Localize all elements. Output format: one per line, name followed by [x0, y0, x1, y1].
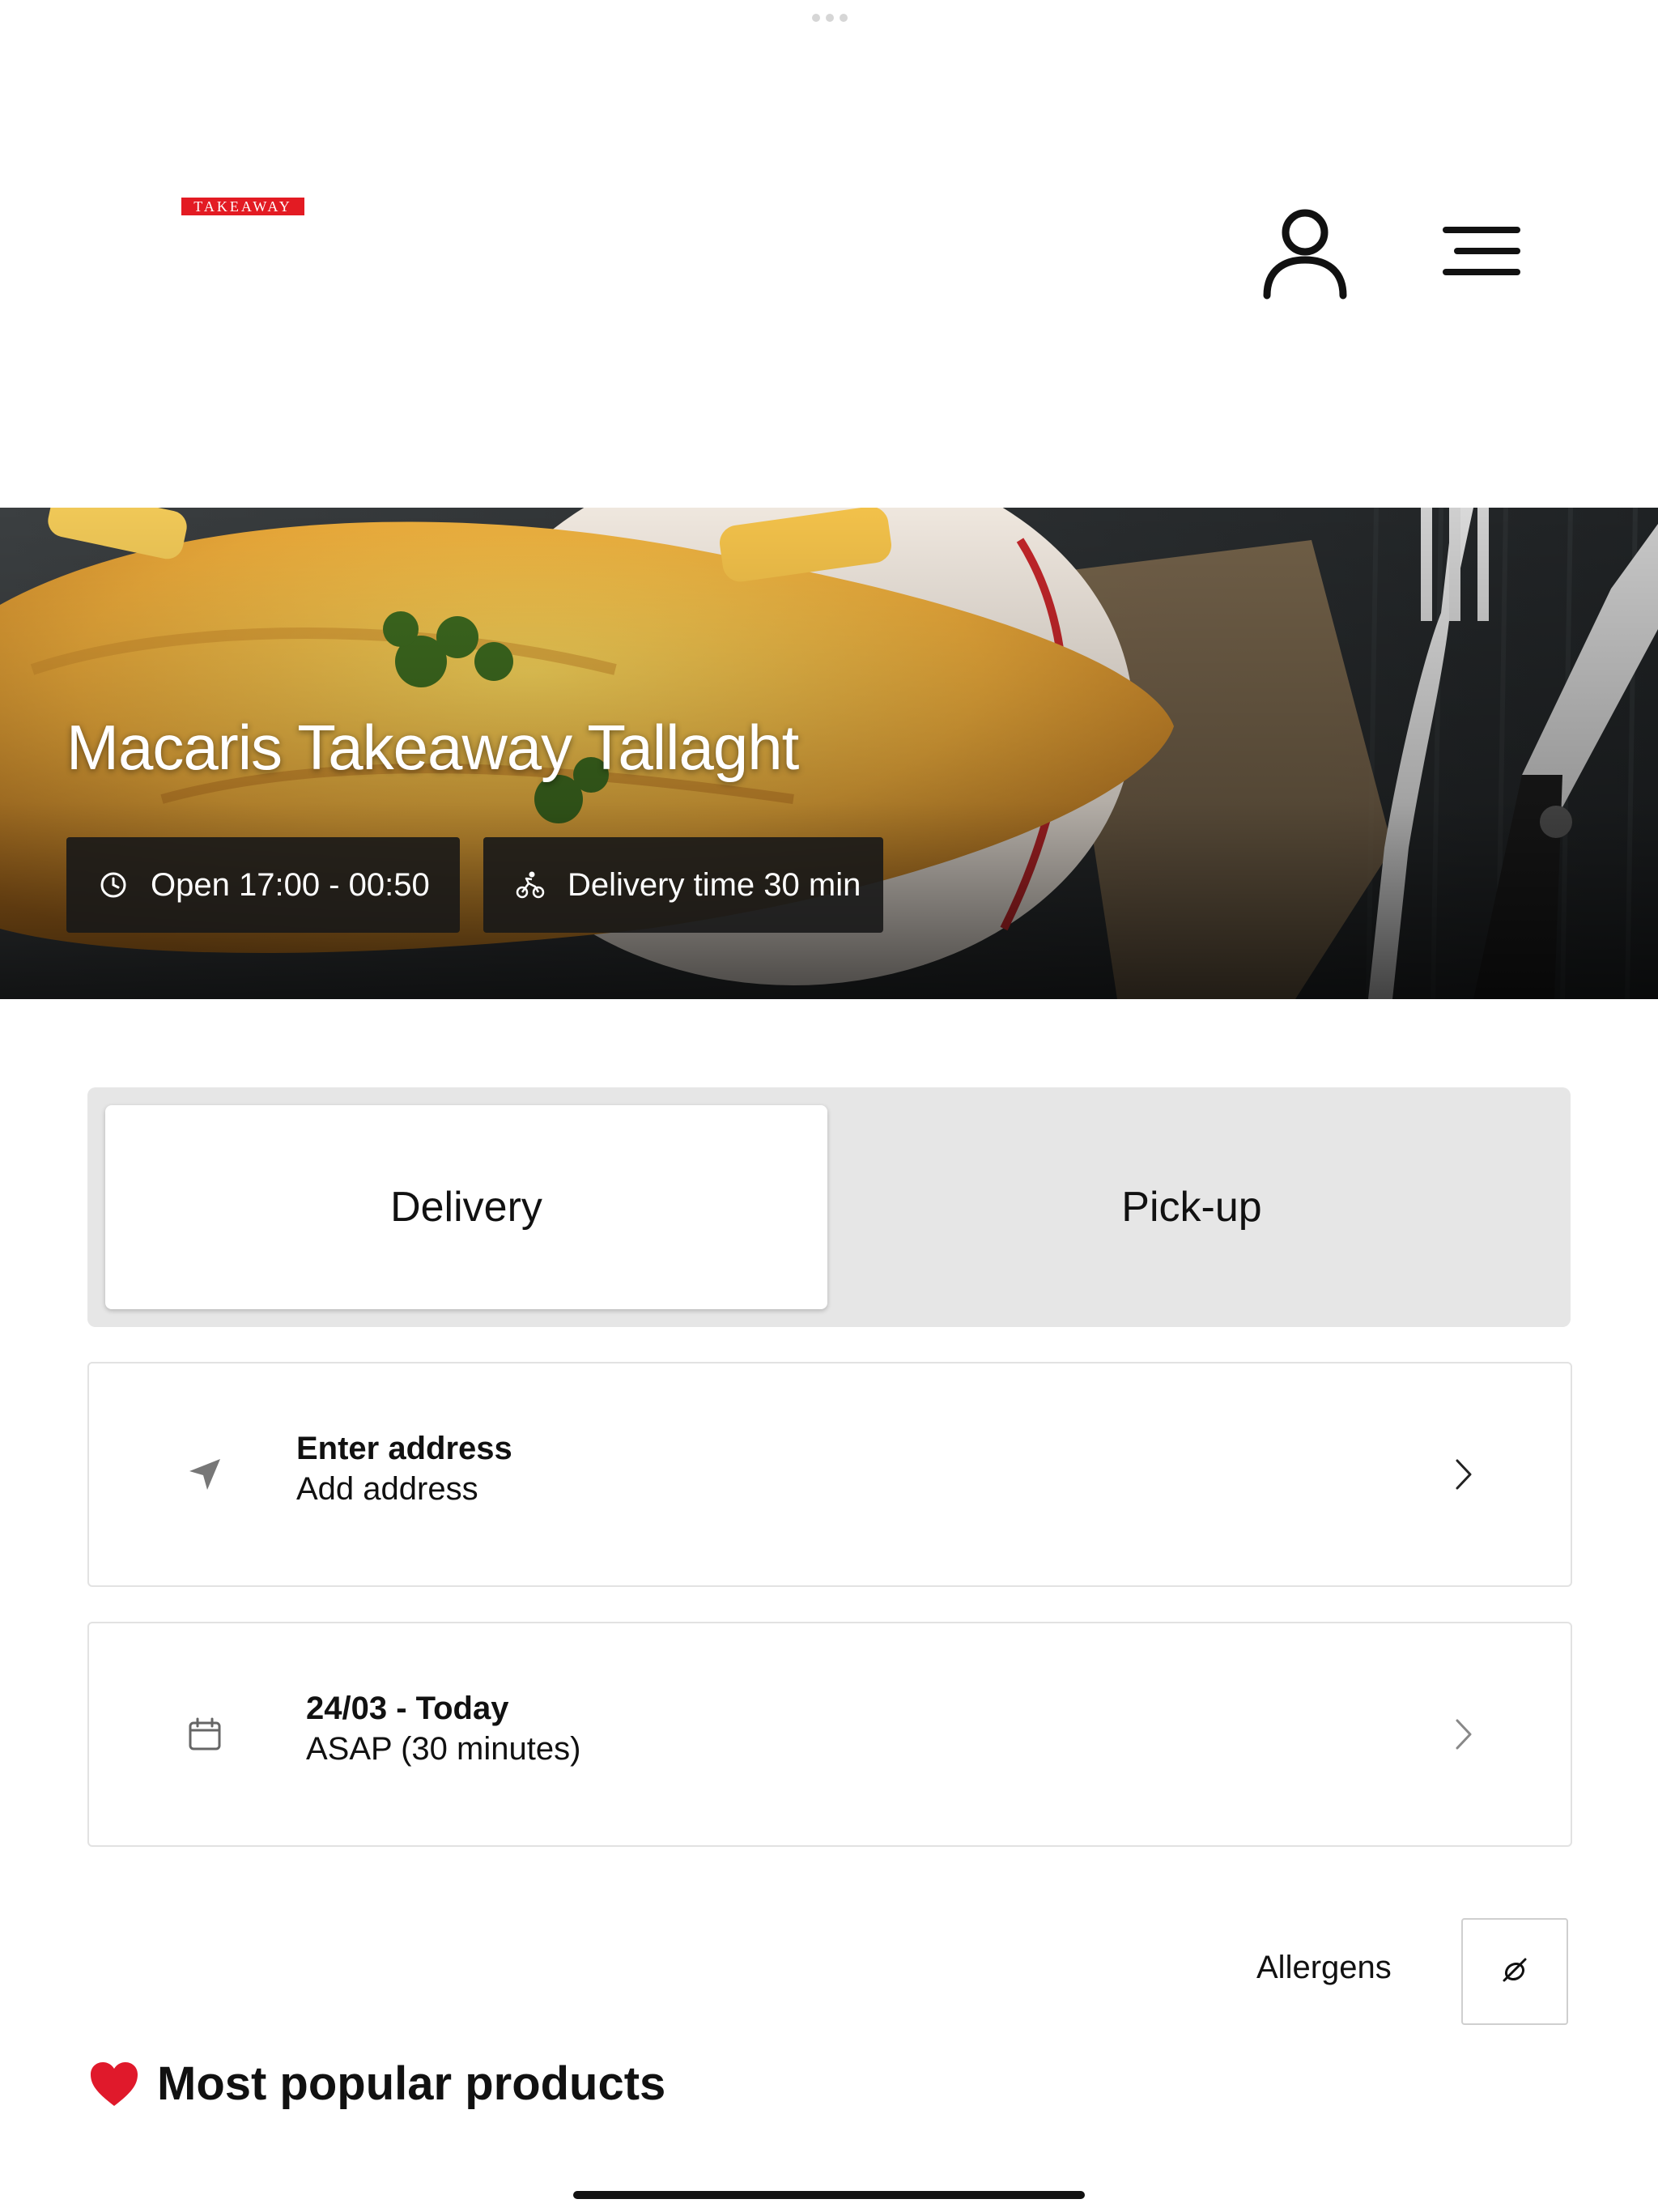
chevron-right-icon: [1448, 1710, 1480, 1759]
clock-icon: [97, 869, 130, 901]
tab-pickup[interactable]: Pick-up: [831, 1105, 1553, 1309]
chevron-right-icon: [1448, 1450, 1480, 1499]
address-subtitle: Add address: [296, 1471, 478, 1507]
delivery-time-badge: Delivery time 30 min: [483, 837, 883, 933]
takeaway-logo[interactable]: TAKEAWAY: [181, 198, 304, 215]
opening-hours-badge: Open 17:00 - 00:50: [66, 837, 460, 933]
time-subtitle: ASAP (30 minutes): [306, 1731, 581, 1767]
heart-icon: [89, 2061, 139, 2108]
multitask-dots[interactable]: [812, 14, 848, 22]
home-indicator[interactable]: [573, 2191, 1085, 2199]
menu-icon[interactable]: [1433, 212, 1530, 293]
delivery-time-card[interactable]: 24/03 - Today ASAP (30 minutes): [87, 1622, 1572, 1847]
allergens-button[interactable]: [1461, 1918, 1568, 2025]
opening-hours-text: Open 17:00 - 00:50: [151, 866, 430, 903]
restaurant-name: Macaris Takeaway Tallaght: [66, 712, 799, 783]
allergens-label: Allergens: [1256, 1950, 1392, 1985]
time-title: 24/03 - Today: [306, 1691, 509, 1726]
user-icon[interactable]: [1256, 204, 1354, 301]
location-arrow-icon: [178, 1450, 232, 1499]
section-title-text: Most popular products: [157, 2057, 666, 2110]
allergen-icon: [1501, 1956, 1528, 1988]
calendar-icon: [178, 1710, 232, 1759]
address-title: Enter address: [296, 1431, 512, 1466]
section-title-popular: Most popular products: [89, 2057, 665, 2111]
bicycle-icon: [514, 869, 546, 901]
address-card[interactable]: Enter address Add address: [87, 1362, 1572, 1587]
delivery-time-text: Delivery time 30 min: [568, 866, 861, 903]
tab-delivery[interactable]: Delivery: [105, 1105, 827, 1309]
order-type-toggle: Delivery Pick-up: [87, 1087, 1571, 1327]
